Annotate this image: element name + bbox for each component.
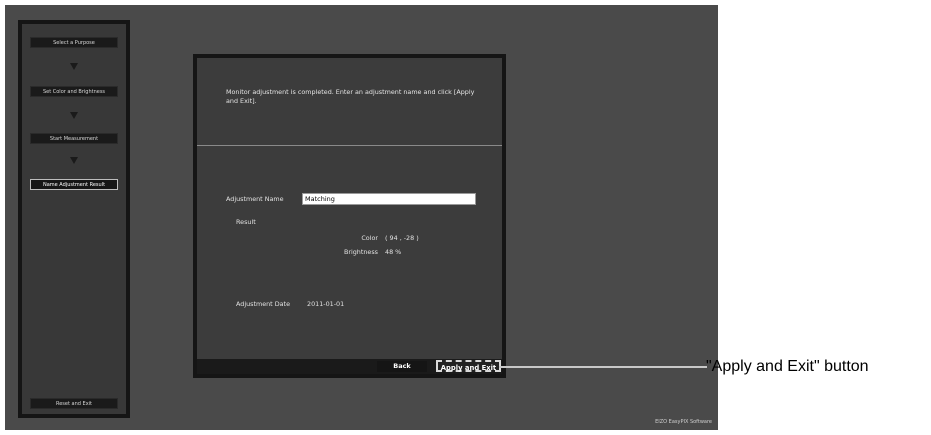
- adjustment-name-label: Adjustment Name: [226, 195, 284, 203]
- adjustment-date-label: Adjustment Date: [236, 300, 290, 308]
- brightness-label: Brightness: [343, 248, 378, 256]
- color-label: Color: [361, 234, 378, 242]
- color-value: ( 94 , -28 ): [385, 234, 419, 242]
- step-set-color-brightness[interactable]: Set Color and Brightness: [30, 86, 118, 97]
- panel-footer: Back Apply and Exit: [197, 359, 502, 374]
- callout-line: [499, 366, 707, 368]
- step-start-measurement[interactable]: Start Measurement: [30, 133, 118, 144]
- callout-label: "Apply and Exit" button: [706, 358, 869, 375]
- back-button[interactable]: Back: [377, 361, 427, 372]
- steps-sidebar: Select a Purpose Set Color and Brightnes…: [18, 20, 130, 418]
- instruction-area: Monitor adjustment is completed. Enter a…: [197, 58, 502, 146]
- step-select-purpose[interactable]: Select a Purpose: [30, 37, 118, 48]
- main-panel: Monitor adjustment is completed. Enter a…: [193, 54, 506, 378]
- adjustment-name-input[interactable]: [302, 193, 476, 205]
- arrow-down-icon: [70, 157, 78, 164]
- arrow-down-icon: [70, 112, 78, 119]
- adjustment-date-value: 2011-01-01: [307, 300, 345, 308]
- result-label: Result: [236, 218, 256, 226]
- footer-brand: EIZO EasyPIX Software: [655, 419, 712, 425]
- instruction-text: Monitor adjustment is completed. Enter a…: [226, 88, 475, 105]
- arrow-down-icon: [70, 63, 78, 70]
- step-name-adjustment-result[interactable]: Name Adjustment Result: [30, 179, 118, 190]
- brightness-value: 48 %: [385, 248, 402, 256]
- reset-and-exit-button[interactable]: Reset and Exit: [30, 398, 118, 409]
- apply-and-exit-button[interactable]: Apply and Exit: [436, 360, 501, 372]
